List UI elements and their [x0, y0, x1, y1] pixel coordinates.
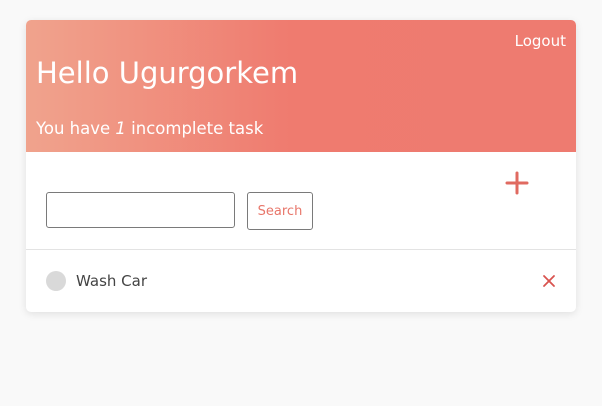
search-button[interactable]: Search [247, 192, 313, 230]
header: Logout Hello Ugurgorkem You have 1 incom… [26, 20, 576, 152]
task-complete-toggle[interactable] [46, 271, 66, 291]
plus-icon [502, 168, 532, 198]
task-label: Wash Car [76, 272, 147, 290]
logout-link[interactable]: Logout [515, 32, 566, 50]
task-list: Wash Car [26, 250, 576, 312]
task-row: Wash Car [26, 250, 576, 312]
summary-suffix: incomplete task [125, 119, 264, 138]
toolbar: Search [26, 152, 576, 250]
search-input[interactable] [46, 192, 235, 228]
summary-prefix: You have [36, 119, 116, 138]
todo-card: Logout Hello Ugurgorkem You have 1 incom… [26, 20, 576, 312]
greeting-title: Hello Ugurgorkem [36, 56, 299, 90]
incomplete-summary: You have 1 incomplete task [36, 118, 263, 140]
close-icon[interactable] [542, 274, 556, 288]
incomplete-count: 1 [115, 119, 126, 138]
add-task-button[interactable] [502, 168, 532, 198]
